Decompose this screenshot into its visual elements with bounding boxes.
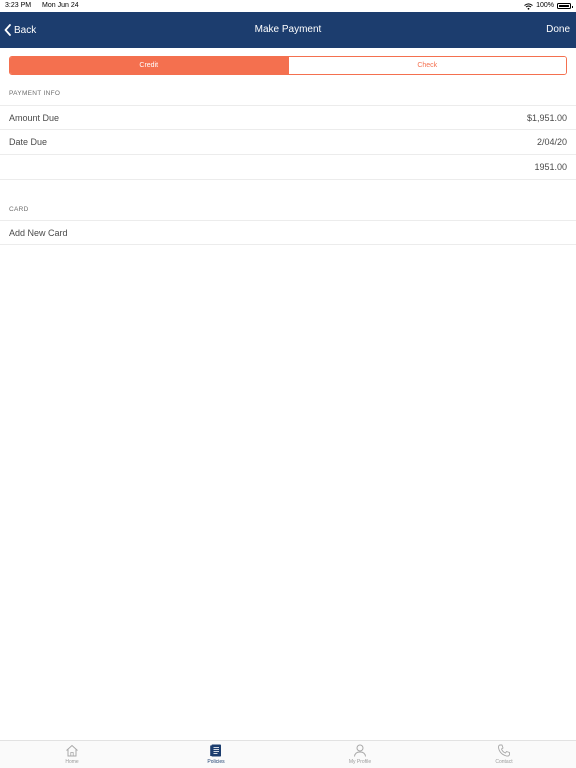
tab-home[interactable]: Home <box>0 741 144 768</box>
segment-credit[interactable]: Credit <box>10 57 288 74</box>
amount-due-value: $1,951.00 <box>526 113 567 123</box>
payment-info-header: PAYMENT INFO <box>9 90 61 97</box>
amount-due-label: Amount Due <box>9 113 60 123</box>
date-due-value: 2/04/20 <box>536 137 567 147</box>
done-button[interactable]: Done <box>546 12 570 48</box>
date-due-row: Date Due 2/04/20 <box>0 130 576 155</box>
payment-amount-field[interactable]: 1951.00 <box>534 155 567 180</box>
tab-contact-label: Contact <box>495 759 513 765</box>
tab-policies-label: Policies <box>207 759 225 765</box>
page-title: Make Payment <box>254 24 322 35</box>
tab-my-profile[interactable]: My Profile <box>288 741 432 768</box>
tab-home-label: Home <box>65 759 79 765</box>
segment-check[interactable]: Check <box>287 57 566 74</box>
payment-method-segmented-control: Credit Check <box>9 56 567 75</box>
tab-contact[interactable]: Contact <box>432 741 576 768</box>
tab-bar: Home Policies My Profile Contact <box>0 740 576 768</box>
home-icon <box>66 744 78 757</box>
card-header: CARD <box>9 206 29 213</box>
profile-icon <box>354 744 366 757</box>
navigation-bar: Back Make Payment Done <box>0 12 576 48</box>
policies-icon <box>210 744 221 757</box>
battery-percent: 100% <box>536 2 554 9</box>
date-due-label: Date Due <box>9 137 48 147</box>
status-right: 100% <box>524 0 573 12</box>
wifi-icon <box>524 2 533 10</box>
status-date: Mon Jun 24 <box>42 2 79 9</box>
status-time: 3:23 PM <box>5 2 32 9</box>
tab-my-profile-label: My Profile <box>348 759 372 765</box>
payment-amount-row[interactable]: 1951.00 <box>0 155 576 180</box>
status-bar: 3:23 PM Mon Jun 24 100% <box>0 0 576 12</box>
add-new-card-row[interactable]: Add New Card <box>0 220 576 245</box>
phone-icon <box>498 744 510 757</box>
amount-due-row: Amount Due $1,951.00 <box>0 105 576 130</box>
status-left: 3:23 PM Mon Jun 24 <box>5 0 79 12</box>
add-new-card-label: Add New Card <box>9 228 68 238</box>
battery-icon <box>557 3 573 9</box>
tab-policies[interactable]: Policies <box>144 741 288 768</box>
